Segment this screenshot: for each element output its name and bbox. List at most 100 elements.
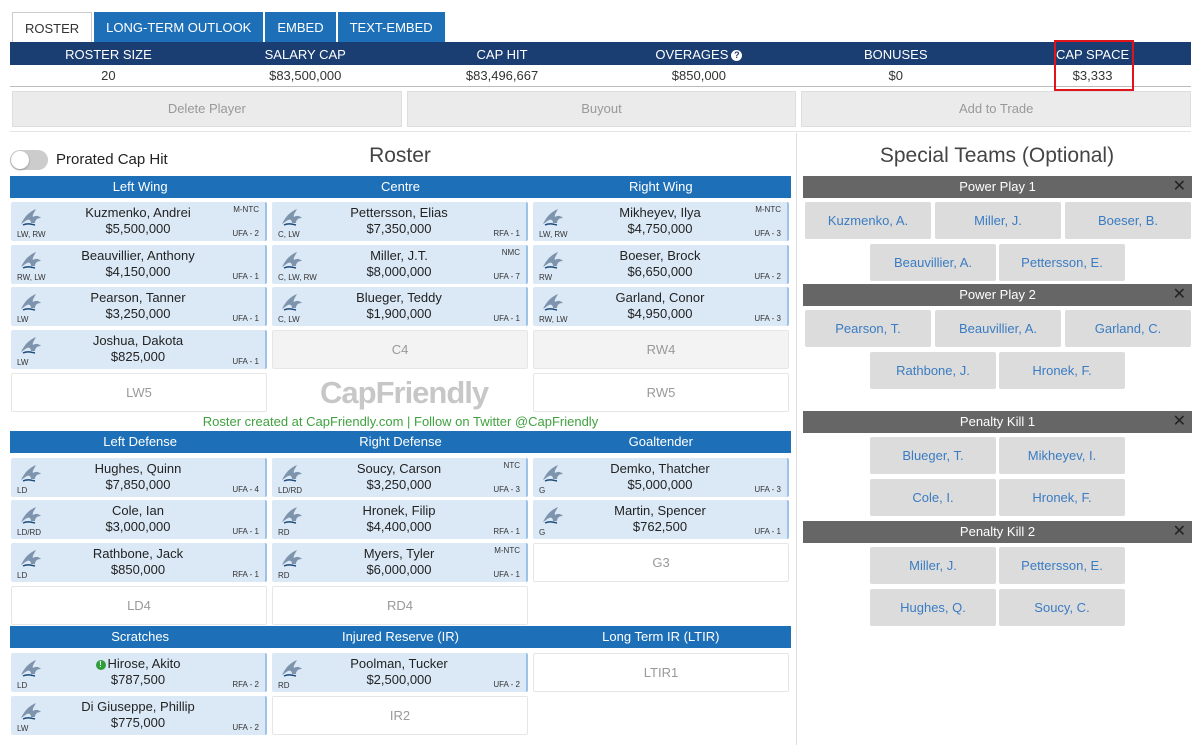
player-salary: $4,950,000 — [627, 306, 693, 321]
empty-slot[interactable]: RW4 — [533, 330, 789, 369]
salary-cap-value: $83,500,000 — [269, 68, 342, 83]
team-logo-icon — [19, 504, 43, 526]
team-logo-icon — [280, 504, 304, 526]
team-logo-icon — [280, 249, 304, 271]
team-logo-icon — [19, 291, 43, 313]
player-salary: $6,650,000 — [627, 264, 693, 279]
player-card[interactable]: LD/RD Soucy, Carson $3,250,000 NTC UFA - 3 — [272, 458, 528, 497]
empty-slot[interactable]: LD4 — [11, 586, 267, 625]
special-teams-player[interactable]: Miller, J. — [935, 202, 1061, 239]
player-card[interactable]: RD Myers, Tyler $6,000,000 M-NTC UFA - 1 — [272, 543, 528, 582]
special-teams-player[interactable]: Miller, J. — [870, 547, 996, 584]
player-name-row: Hughes, Quinn — [51, 461, 225, 476]
special-teams-player[interactable]: Cole, I. — [870, 479, 996, 516]
player-clause: M-NTC — [755, 205, 781, 214]
player-card[interactable]: LD Hughes, Quinn $7,850,000 UFA - 4 — [11, 458, 267, 497]
player-position: G — [539, 528, 546, 537]
player-card[interactable]: RW, LW Beauvillier, Anthony $4,150,000 UFA … — [11, 245, 267, 284]
player-name: Blueger, Teddy — [356, 290, 442, 305]
empty-slot[interactable]: LW5 — [11, 373, 267, 412]
player-card[interactable]: RD Poolman, Tucker $2,500,000 UFA - 2 — [272, 653, 528, 692]
divider — [10, 131, 1191, 132]
special-teams-player[interactable]: Rathbone, J. — [870, 352, 996, 389]
centre-header: Centre — [380, 179, 420, 194]
add-to-trade-button[interactable]: Add to Trade — [801, 91, 1192, 127]
team-logo-icon — [280, 206, 304, 228]
help-icon[interactable]: ? — [731, 50, 743, 61]
player-salary: $762,500 — [632, 519, 688, 534]
player-card[interactable]: RW, LW Garland, Conor $4,950,000 UFA - 3 — [533, 287, 789, 326]
prorated-label: Prorated Cap Hit — [56, 151, 168, 168]
player-name: Garland, Conor — [615, 290, 705, 305]
player-name-row: Demko, Thatcher — [573, 461, 747, 476]
special-teams-player[interactable]: Mikheyev, I. — [999, 437, 1125, 474]
empty-slot[interactable]: RD4 — [272, 586, 528, 625]
special-teams-player[interactable]: Beauvillier, A. — [870, 244, 996, 281]
player-card[interactable]: LD! Hirose, Akito $787,500 RFA - 2 — [11, 653, 267, 692]
bonuses-header: BONUSES — [863, 47, 928, 62]
cap-space-highlight — [1054, 40, 1134, 91]
player-name: Cole, Ian — [111, 503, 165, 518]
close-icon[interactable]: ✕ — [1173, 284, 1186, 306]
player-card[interactable]: C, LW Blueger, Teddy $1,900,000 UFA - 1 — [272, 287, 528, 326]
buyout-button[interactable]: Buyout — [406, 91, 797, 127]
player-card[interactable]: LW, RW Kuzmenko, Andrei $5,500,000 M-NTC UFA… — [11, 202, 267, 241]
special-teams-player[interactable]: Kuzmenko, A. — [805, 202, 931, 239]
close-icon[interactable]: ✕ — [1173, 411, 1186, 433]
player-name-row: Martin, Spencer — [573, 503, 747, 518]
player-card[interactable]: C, LW Pettersson, Elias $7,350,000 RFA - 1 — [272, 202, 528, 241]
special-teams-player[interactable]: Pettersson, E. — [999, 547, 1125, 584]
team-logo-icon — [19, 249, 43, 271]
delete-player-button[interactable]: Delete Player — [12, 91, 402, 127]
special-teams-player[interactable]: Hronek, F. — [999, 479, 1125, 516]
player-card[interactable]: G Demko, Thatcher $5,000,000 UFA - 3 — [533, 458, 789, 497]
player-salary: $5,000,000 — [627, 477, 693, 492]
special-teams-player[interactable]: Hronek, F. — [999, 352, 1125, 389]
empty-slot[interactable]: G3 — [533, 543, 789, 582]
player-card[interactable]: LW, RW Mikheyev, Ilya $4,750,000 M-NTC UFA -… — [533, 202, 789, 241]
special-teams-player[interactable]: Soucy, C. — [999, 589, 1125, 626]
player-contract-status: UFA - 1 — [754, 527, 781, 536]
special-teams-player[interactable]: Hughes, Q. — [870, 589, 996, 626]
player-position: LD — [17, 571, 28, 580]
player-card[interactable]: C, LW, RW Miller, J.T. $8,000,000 NMC UFA - … — [272, 245, 528, 284]
player-card[interactable]: LD/RD Cole, Ian $3,000,000 UFA - 1 — [11, 500, 267, 539]
player-card[interactable]: LW Joshua, Dakota $825,000 UFA - 1 — [11, 330, 267, 369]
close-icon[interactable]: ✕ — [1173, 176, 1186, 198]
player-card[interactable]: LW Di Giuseppe, Phillip $775,000 UFA - 2 — [11, 696, 267, 735]
player-card[interactable]: RW Boeser, Brock $6,650,000 UFA - 2 — [533, 245, 789, 284]
player-salary: $787,500 — [110, 672, 166, 687]
tab-roster[interactable]: ROSTER — [12, 12, 93, 43]
empty-slot[interactable]: C4 — [272, 330, 528, 369]
player-position: LD — [17, 486, 28, 495]
player-card[interactable]: LD Rathbone, Jack $850,000 RFA - 1 — [11, 543, 267, 582]
player-contract-status: UFA - 1 — [493, 314, 520, 323]
tab-embed[interactable]: EMBED — [265, 12, 336, 42]
column-divider — [796, 133, 797, 745]
special-teams-player[interactable]: Pearson, T. — [805, 310, 931, 347]
special-teams-player[interactable]: Garland, C. — [1065, 310, 1191, 347]
tab-long-term-outlook[interactable]: LONG-TERM OUTLOOK — [94, 12, 264, 42]
player-position: RD — [278, 681, 290, 690]
player-salary: $850,000 — [110, 562, 166, 577]
player-name: Poolman, Tucker — [350, 656, 448, 671]
player-clause: NMC — [501, 248, 520, 257]
player-position: LW, RW — [539, 230, 568, 239]
special-teams-player[interactable]: Beauvillier, A. — [935, 310, 1061, 347]
player-name-row: Kuzmenko, Andrei — [51, 205, 225, 220]
empty-slot[interactable]: LTIR1 — [533, 653, 789, 692]
team-logo-icon — [19, 206, 43, 228]
empty-slot[interactable]: IR2 — [272, 696, 528, 735]
info-icon[interactable]: ! — [95, 660, 106, 670]
close-icon[interactable]: ✕ — [1173, 521, 1186, 543]
special-teams-player[interactable]: Boeser, B. — [1065, 202, 1191, 239]
prorated-toggle[interactable] — [10, 150, 48, 170]
empty-slot[interactable]: RW5 — [533, 373, 789, 412]
special-teams-player[interactable]: Pettersson, E. — [999, 244, 1125, 281]
player-card[interactable]: RD Hronek, Filip $4,400,000 RFA - 1 — [272, 500, 528, 539]
team-logo-icon — [19, 547, 43, 569]
tab-text-embed[interactable]: TEXT-EMBED — [337, 12, 445, 42]
player-card[interactable]: LW Pearson, Tanner $3,250,000 UFA - 1 — [11, 287, 267, 326]
special-teams-player[interactable]: Blueger, T. — [870, 437, 996, 474]
player-card[interactable]: G Martin, Spencer $762,500 UFA - 1 — [533, 500, 789, 539]
